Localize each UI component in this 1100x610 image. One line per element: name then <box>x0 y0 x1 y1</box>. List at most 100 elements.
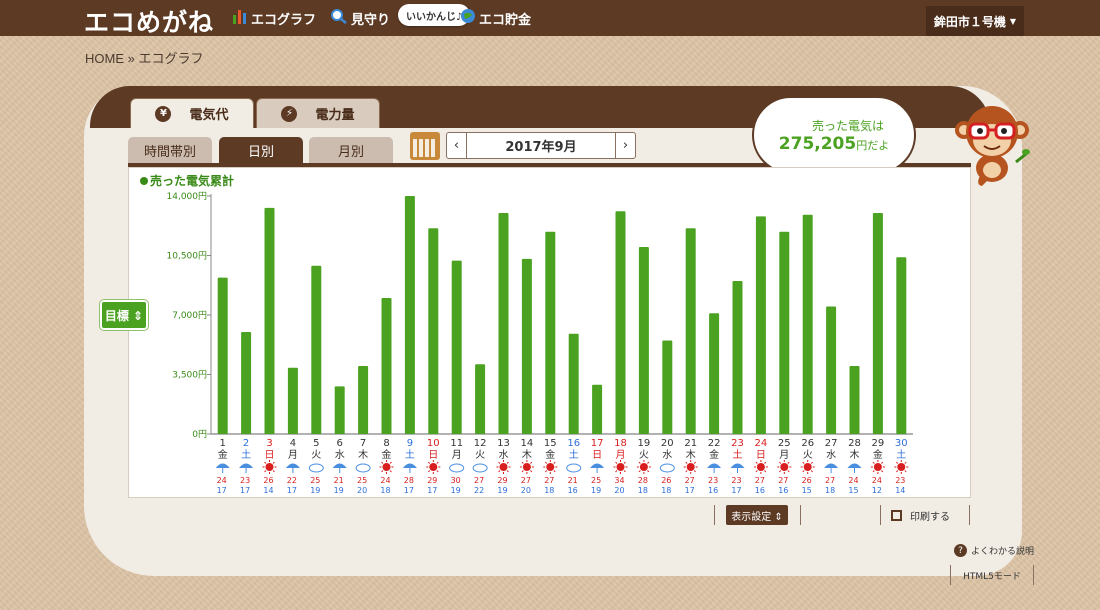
x-weekday-label: 土 <box>896 448 906 461</box>
sun-ray-icon <box>895 461 899 464</box>
x-day-label: 29 <box>872 438 885 449</box>
high-temp-label: 29 <box>497 476 507 485</box>
x-weekday-label: 日 <box>592 450 602 461</box>
umbrella-icon <box>847 463 862 468</box>
high-temp-label: 24 <box>380 476 390 485</box>
sun-ray-icon <box>778 470 782 473</box>
low-temp-label: 17 <box>240 486 250 495</box>
low-temp-label: 16 <box>755 486 765 495</box>
sun-ray-icon <box>544 461 548 464</box>
tab-monthly[interactable]: 月別 <box>309 137 393 163</box>
tab-electricity-amount[interactable]: ⚡ 電力量 <box>256 98 380 128</box>
x-day-label: 9 <box>407 438 413 449</box>
chart-bar <box>662 340 673 434</box>
x-day-label: 19 <box>638 438 651 449</box>
high-temp-label: 21 <box>568 476 578 485</box>
sun-ray-icon <box>638 470 641 473</box>
high-temp-label: 27 <box>755 476 765 485</box>
sun-ray-icon <box>693 470 697 473</box>
prev-month-button[interactable]: ‹ <box>447 133 467 158</box>
chart-bar <box>475 364 486 434</box>
nav-eco-savings-label: エコ貯金 <box>479 12 532 28</box>
low-temp-label: 20 <box>357 486 367 495</box>
tab-daily[interactable]: 日別 <box>219 137 303 163</box>
high-temp-label: 27 <box>825 476 835 485</box>
low-temp-label: 16 <box>568 486 578 495</box>
sun-ray-icon <box>530 461 533 464</box>
tab-hourly[interactable]: 時間帯別 <box>128 137 212 163</box>
chart-bar <box>568 333 579 434</box>
nav-watch[interactable]: 見守り <box>330 0 390 36</box>
sun-ray-icon <box>389 461 392 464</box>
sun-ray-icon <box>436 461 439 464</box>
chart-bar <box>381 298 392 434</box>
tab-electricity-amount-label: 電力量 <box>315 108 355 123</box>
device-select[interactable]: 鉾田市１号機 ▼ <box>926 6 1024 36</box>
chart-bar <box>287 367 298 434</box>
display-settings-button[interactable]: 表示設定 ⇕ <box>726 505 788 525</box>
x-day-label: 8 <box>383 438 389 449</box>
print-button[interactable]: 印刷する <box>880 505 970 525</box>
sold-electricity-amount: 275,205円だよ <box>779 134 889 154</box>
high-temp-label: 28 <box>404 476 414 485</box>
x-day-label: 23 <box>731 438 744 449</box>
sun-icon <box>756 463 765 471</box>
sun-ray-icon <box>647 470 650 473</box>
low-temp-label: 19 <box>451 486 461 495</box>
x-weekday-label: 木 <box>850 449 860 461</box>
chart-bar <box>334 386 345 434</box>
help-link[interactable]: ? よくわかる説明 <box>954 544 1034 557</box>
x-weekday-label: 月 <box>288 449 298 461</box>
x-weekday-label: 土 <box>241 448 251 461</box>
sun-ray-icon <box>685 461 688 464</box>
x-weekday-label: 金 <box>382 448 392 461</box>
x-weekday-label: 日 <box>428 450 438 461</box>
high-temp-label: 24 <box>848 476 858 485</box>
nav-eco-savings[interactable]: エコ貯金 <box>460 0 531 36</box>
x-day-label: 2 <box>243 438 249 449</box>
nav-watch-label: 見守り <box>351 12 391 28</box>
chart-bar <box>709 313 720 434</box>
sun-icon <box>897 463 906 471</box>
x-weekday-label: 土 <box>405 448 415 461</box>
html5-mode-link[interactable]: HTML5モード <box>950 565 1034 585</box>
sun-ray-icon <box>530 470 533 473</box>
sun-ray-icon <box>521 470 524 473</box>
app-logo[interactable]: エコめがね <box>84 3 214 39</box>
sun-ray-icon <box>264 470 267 473</box>
printer-icon <box>891 509 902 521</box>
divider <box>800 505 801 525</box>
x-day-label: 1 <box>220 438 226 449</box>
sun-ray-icon <box>498 461 501 464</box>
sun-ray-icon <box>802 470 805 473</box>
next-month-button[interactable]: › <box>615 133 635 158</box>
y-tick-label: 14,000円 <box>167 191 208 202</box>
tab-electricity-cost[interactable]: ¥ 電気代 <box>130 98 254 128</box>
umbrella-icon <box>824 463 839 468</box>
x-day-label: 18 <box>614 438 627 449</box>
x-day-label: 22 <box>708 438 721 449</box>
x-weekday-label: 日 <box>265 450 275 461</box>
low-temp-label: 17 <box>685 486 695 495</box>
chart-bar <box>592 384 603 434</box>
low-temp-label: 17 <box>217 486 227 495</box>
x-day-label: 13 <box>497 438 510 449</box>
x-day-label: 5 <box>313 438 319 449</box>
chart-bar <box>826 306 837 434</box>
chart-bar <box>311 265 322 434</box>
sun-ray-icon <box>904 470 907 473</box>
x-weekday-label: 月 <box>616 449 626 461</box>
high-temp-label: 34 <box>614 476 624 485</box>
nav-eco-graph-label: エコグラフ <box>251 12 317 28</box>
high-temp-label: 26 <box>263 476 273 485</box>
sun-ray-icon <box>427 470 431 473</box>
calendar-icon[interactable] <box>410 132 440 160</box>
x-day-label: 11 <box>450 438 463 449</box>
sun-icon <box>639 463 648 471</box>
sun-ray-icon <box>810 461 814 464</box>
cloud-icon <box>472 463 488 473</box>
nav-eco-graph[interactable]: エコグラフ <box>232 0 316 36</box>
chart-bar <box>732 281 743 434</box>
umbrella-icon <box>215 463 230 468</box>
sun-ray-icon <box>272 461 275 464</box>
